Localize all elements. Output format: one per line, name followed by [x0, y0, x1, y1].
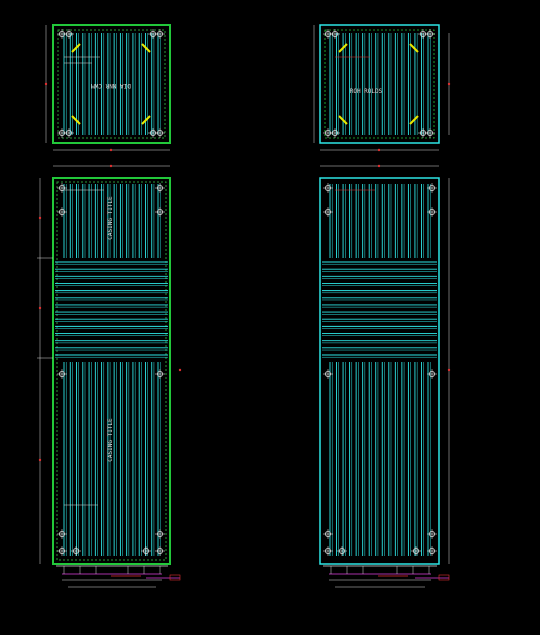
elev-left-dim-mark-1	[38, 216, 42, 220]
elev-right-horizontal-bars	[322, 261, 437, 358]
elev-right-base-tag	[438, 574, 450, 581]
plan-right-dim-mark	[377, 148, 381, 152]
elev-right-lower-vertical-bars	[329, 362, 431, 556]
elev-left-dim-top-mark	[109, 164, 113, 168]
plan-right-label: ROH ROLDS	[350, 88, 383, 95]
plan-left-brace	[141, 115, 151, 125]
elev-right-dim-mark-1	[447, 368, 451, 372]
elev-right-upper-vertical-bars	[329, 184, 431, 258]
elev-right-anchor-marks	[323, 183, 437, 556]
elev-right-dim-top-mark	[377, 164, 381, 168]
plan-left-brace	[141, 43, 151, 53]
plan-right-corner-anchors	[323, 29, 435, 138]
elev-left-dim-mark-4	[178, 368, 182, 372]
plan-right-dim-mark-2	[447, 82, 451, 86]
elevation-view-right	[319, 164, 451, 588]
plan-left-label: DIA NNR CWM	[91, 82, 131, 89]
cad-drawing-canvas: DIA NNR CWM ROH ROLDS CASING TITLE CASIN…	[37, 24, 451, 588]
plan-right-brace	[409, 115, 419, 125]
elev-left-dim-mark-3	[38, 458, 42, 462]
plan-view-left: DIA NNR CWM	[44, 24, 171, 152]
elev-left-base-detail	[56, 565, 181, 588]
plan-left-dim-mark-2	[44, 82, 48, 86]
elevation-view-left: CASING TITLE CASING TITLE	[37, 164, 182, 588]
plan-right-brace	[409, 43, 419, 53]
elev-left-dim-mark-2	[38, 306, 42, 310]
plan-left-dim-mark	[109, 148, 113, 152]
elev-left-base-tag	[169, 574, 181, 581]
elev-left-horizontal-bars	[55, 261, 168, 358]
elev-left-label-lower: CASING TITLE	[107, 418, 114, 462]
elev-left-label-upper: CASING TITLE	[107, 196, 114, 240]
plan-right-inner-frame	[324, 29, 435, 139]
elev-right-base-detail	[323, 565, 450, 588]
plan-view-right: ROH ROLDS	[313, 24, 451, 152]
